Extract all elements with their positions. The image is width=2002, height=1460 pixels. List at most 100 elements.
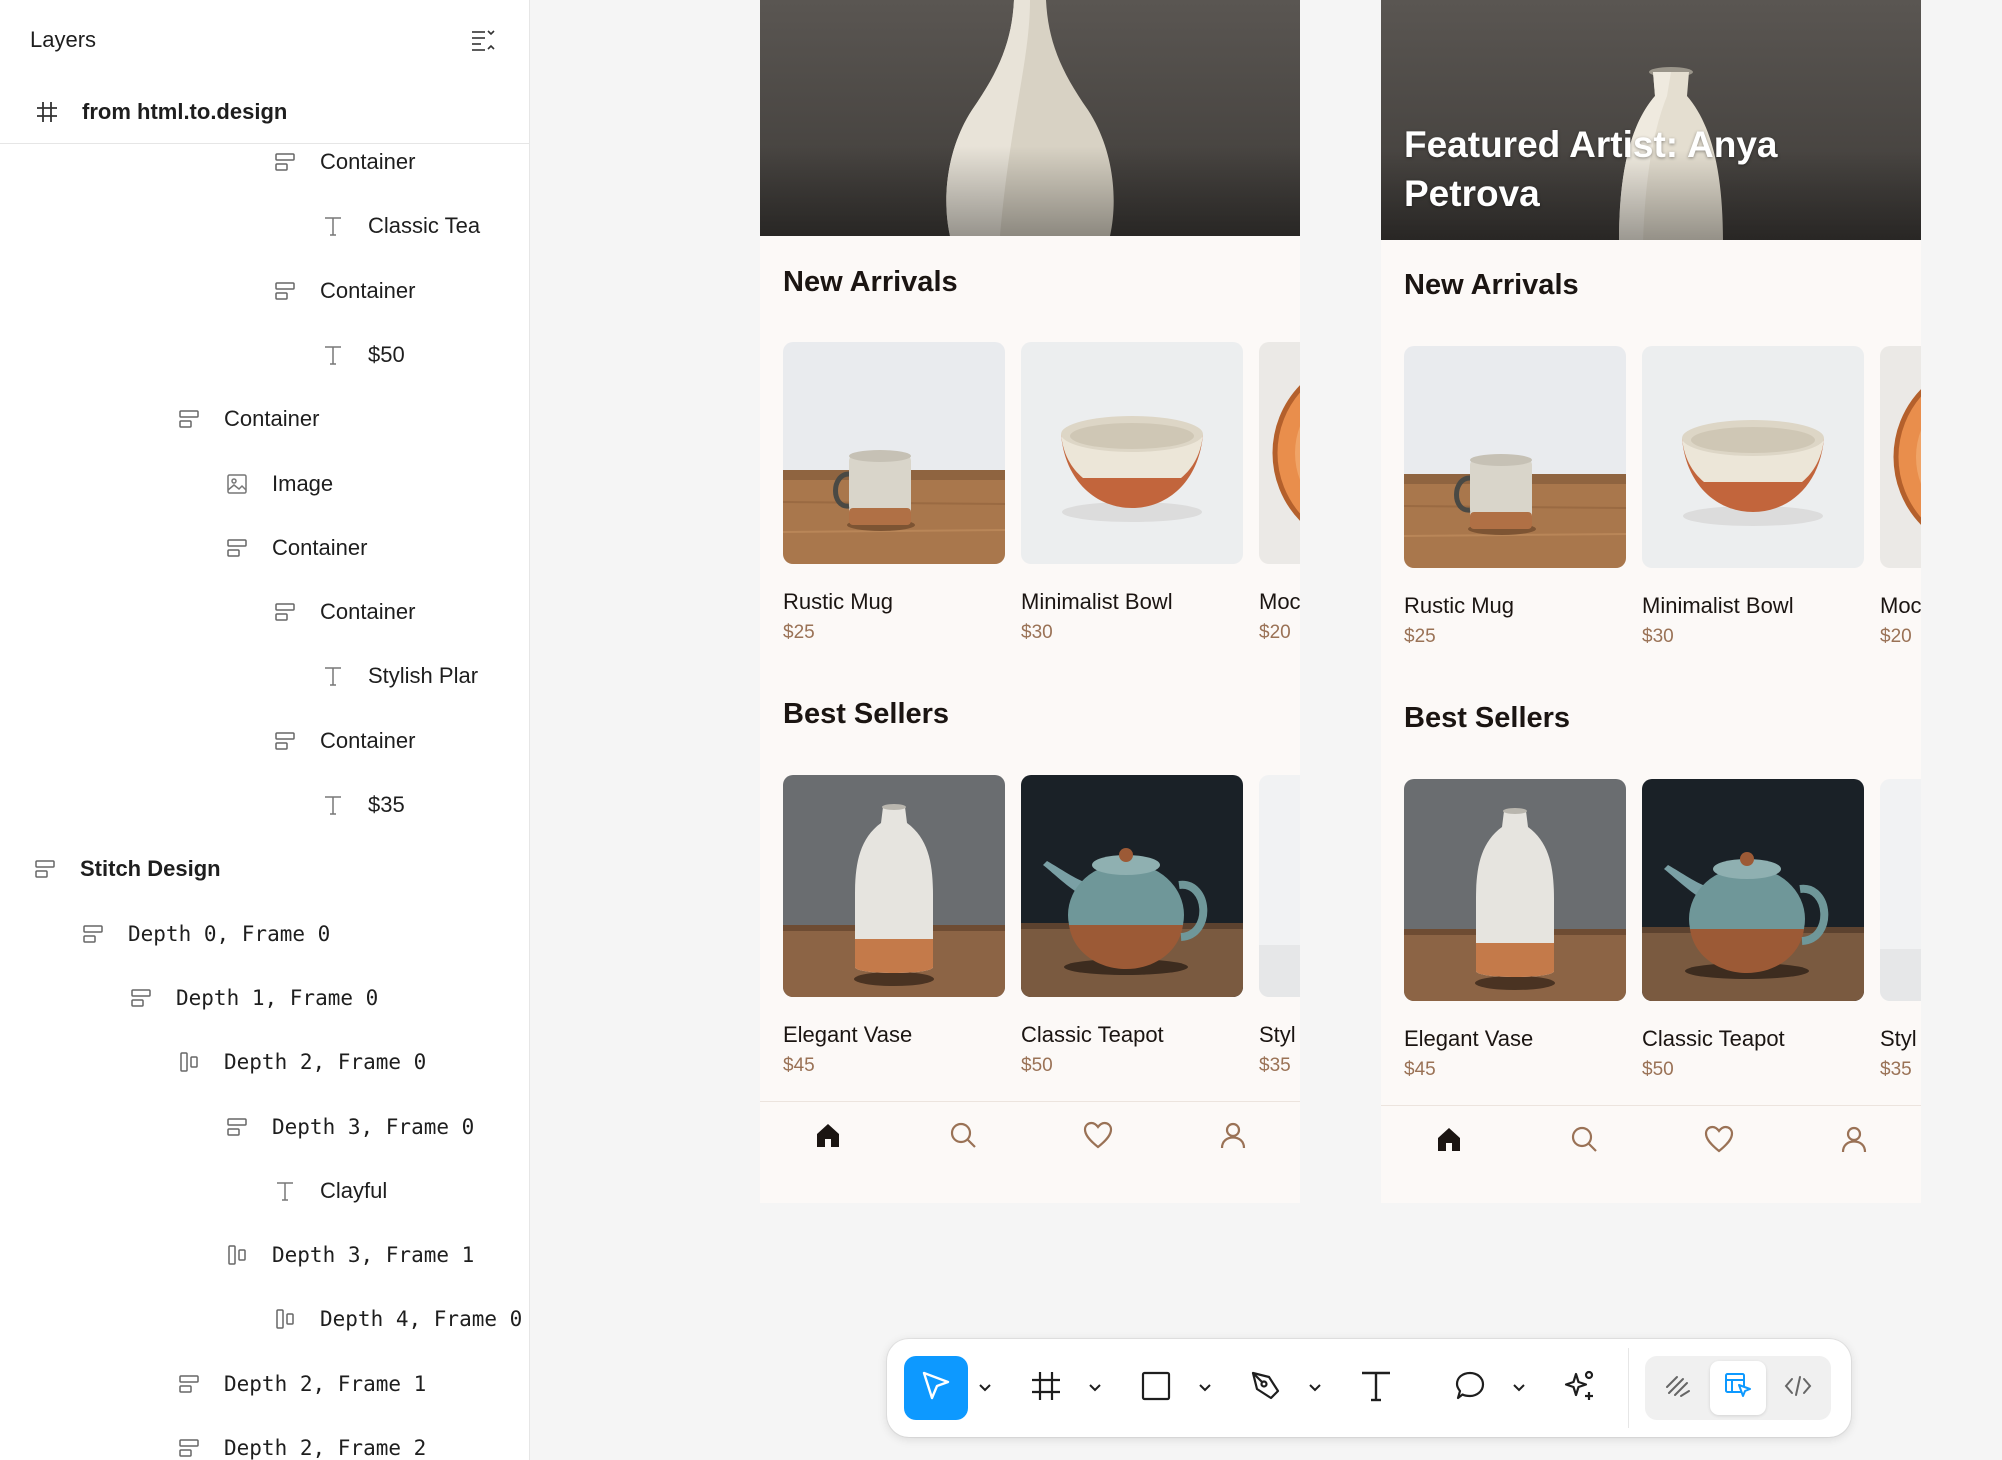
bottom-nav (1381, 1105, 1921, 1203)
frame-icon (34, 99, 60, 125)
product-card[interactable]: Minimalist Bowl $30 (1021, 342, 1243, 643)
product-image[interactable] (1642, 779, 1864, 1001)
product-card[interactable]: Styl $35 (1880, 779, 1921, 1080)
product-card[interactable]: Moc $20 (1259, 342, 1300, 643)
new-arrivals-heading: New Arrivals (783, 266, 958, 298)
frame-tool[interactable] (1014, 1356, 1078, 1420)
product-card[interactable]: Elegant Vase $45 (783, 775, 1005, 1076)
layer-row[interactable]: Depth 3, Frame 1 (0, 1223, 529, 1287)
layer-row[interactable]: Image (0, 452, 529, 516)
layer-row[interactable]: $35 (0, 773, 529, 837)
product-image[interactable] (1259, 775, 1300, 997)
product-image[interactable] (1404, 779, 1626, 1001)
search-icon[interactable] (1564, 1124, 1604, 1164)
hero-title: Featured Artist: Anya Petrova (1404, 124, 1778, 214)
product-image[interactable] (1880, 346, 1921, 568)
layer-label: Container (320, 149, 416, 174)
hero-banner[interactable] (760, 0, 1300, 236)
layer-row[interactable]: $50 (0, 323, 529, 387)
layer-row[interactable]: Container (0, 259, 529, 323)
product-image[interactable] (1880, 779, 1921, 1001)
auto-layout-vertical-icon (80, 921, 106, 947)
actions-tool[interactable] (1548, 1356, 1612, 1420)
layer-row[interactable]: Depth 3, Frame 0 (0, 1095, 529, 1159)
auto-layout-vertical-icon (128, 985, 154, 1011)
product-card[interactable]: Styl $35 (1259, 775, 1300, 1076)
layer-label: Depth 3, Frame 0 (272, 1114, 475, 1139)
collapse-layers-icon[interactable] (467, 23, 501, 57)
text-icon (320, 342, 346, 368)
hero-shade (760, 146, 1300, 236)
chevron-down-icon[interactable] (1188, 1356, 1222, 1420)
product-price: $25 (783, 622, 815, 643)
layer-row[interactable]: Stylish Plar (0, 644, 529, 708)
user-icon[interactable] (1834, 1124, 1874, 1164)
product-card[interactable]: Moc $20 (1880, 346, 1921, 647)
layer-row[interactable]: Container (0, 130, 529, 194)
layer-label: Container (320, 727, 416, 753)
chevron-down-icon[interactable] (1298, 1356, 1332, 1420)
layer-row[interactable]: Clayful (0, 1159, 529, 1223)
pen-tool[interactable] (1234, 1356, 1298, 1420)
product-image[interactable] (783, 775, 1005, 997)
layer-label: Depth 3, Frame 1 (272, 1243, 475, 1268)
layer-row[interactable]: Depth 1, Frame 0 (0, 966, 529, 1030)
product-card[interactable]: Classic Teapot $50 (1021, 775, 1243, 1076)
product-card[interactable]: Classic Teapot $50 (1642, 779, 1864, 1080)
dev-mode[interactable] (1770, 1361, 1826, 1415)
layer-row[interactable]: Depth 2, Frame 2 (0, 1416, 529, 1460)
frame-icon (1030, 1370, 1062, 1407)
product-image[interactable] (1021, 775, 1243, 997)
design-mode[interactable] (1710, 1361, 1766, 1415)
home-icon[interactable] (1429, 1124, 1469, 1164)
product-image[interactable] (783, 342, 1005, 564)
rectangle-tool[interactable] (1124, 1356, 1188, 1420)
search-icon[interactable] (943, 1120, 983, 1160)
chevron-down-icon[interactable] (1502, 1356, 1536, 1420)
product-price: $35 (1880, 1059, 1912, 1080)
product-card[interactable]: Rustic Mug $25 (783, 342, 1005, 643)
layer-label: Container (320, 599, 416, 625)
heart-icon[interactable] (1078, 1120, 1118, 1160)
product-image[interactable] (1021, 342, 1243, 564)
layers-panel-header: Layers (0, 0, 529, 80)
auto-layout-vertical-icon (224, 535, 250, 561)
hero-banner[interactable]: Featured Artist: Anya Petrova (1381, 0, 1921, 240)
layers-panel: Layers from html.to.design Container Clas… (0, 0, 530, 1460)
draw-mode[interactable] (1650, 1361, 1706, 1415)
chevron-down-icon[interactable] (1078, 1356, 1112, 1420)
layer-row[interactable]: Container (0, 387, 529, 451)
product-card[interactable]: Minimalist Bowl $30 (1642, 346, 1864, 647)
layer-label: Depth 2, Frame 0 (224, 1050, 427, 1075)
layer-row[interactable]: Classic Tea (0, 194, 529, 258)
auto-layout-horizontal-icon (272, 1306, 298, 1332)
layer-label: $35 (368, 792, 405, 817)
layer-row[interactable]: Container (0, 709, 529, 773)
home-icon[interactable] (808, 1120, 848, 1160)
layer-row[interactable]: Stitch Design (0, 837, 529, 901)
product-image[interactable] (1642, 346, 1864, 568)
product-image[interactable] (1259, 342, 1300, 564)
auto-layout-vertical-icon (176, 406, 202, 432)
product-image[interactable] (1404, 346, 1626, 568)
text-tool[interactable] (1344, 1356, 1408, 1420)
layer-row[interactable]: Depth 2, Frame 1 (0, 1352, 529, 1416)
user-icon[interactable] (1213, 1120, 1253, 1160)
layer-row[interactable]: Depth 0, Frame 0 (0, 902, 529, 966)
product-card[interactable]: Rustic Mug $25 (1404, 346, 1626, 647)
comment-tool[interactable] (1438, 1356, 1502, 1420)
auto-layout-horizontal-icon (176, 1049, 202, 1075)
auto-layout-vertical-icon (272, 149, 298, 175)
layer-row[interactable]: Container (0, 580, 529, 644)
app-frame-1[interactable]: New Arrivals Rustic Mug $25 Minimalist Bowl… (760, 0, 1300, 1203)
layer-label: Container (272, 534, 368, 560)
chevron-down-icon[interactable] (968, 1356, 1002, 1420)
layer-row[interactable]: Container (0, 516, 529, 580)
design-canvas[interactable]: New Arrivals Rustic Mug $25 Minimalist Bowl… (531, 0, 2002, 1460)
layer-row[interactable]: Depth 4, Frame 0 (0, 1287, 529, 1351)
product-card[interactable]: Elegant Vase $45 (1404, 779, 1626, 1080)
move-tool[interactable] (904, 1356, 968, 1420)
heart-icon[interactable] (1699, 1124, 1739, 1164)
layer-row[interactable]: Depth 2, Frame 0 (0, 1030, 529, 1094)
app-frame-2[interactable]: Featured Artist: Anya Petrova New Arrival… (1381, 0, 1921, 1203)
